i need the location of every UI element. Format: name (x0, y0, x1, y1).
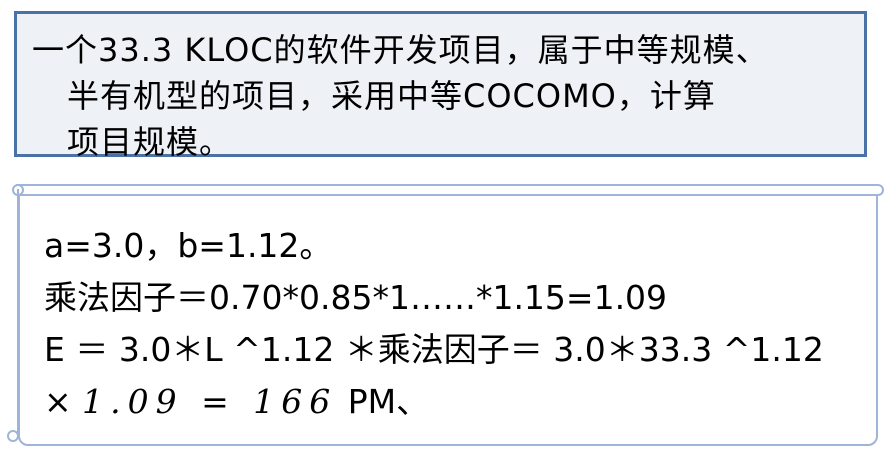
solution-scroll-box: a=3.0，b=1.12。 乘法因子＝0.70*0.85*1……*1.15=1.… (18, 187, 878, 446)
scroll-top-curl-icon (12, 184, 884, 196)
solution-line-3: E ＝ 3.0＊L ^1.12 ＊乘法因子＝ 3.0＊33.3 ^1.12 (44, 330, 824, 369)
solution-line-2: 乘法因子＝0.70*0.85*1……*1.15=1.09 (44, 278, 668, 317)
solution-line-1: a=3.0，b=1.12。 (44, 226, 333, 265)
solution-line-4-suffix: PM、 (337, 382, 430, 421)
solution-line-4-prefix: × (44, 382, 72, 421)
problem-line-1: 一个33.3 KLOC的软件开发项目，属于中等规模、 (32, 31, 769, 69)
problem-line-2: 半有机型的项目，采用中等COCOMO，计算 (67, 77, 716, 115)
solution-line-4-value: 1.09 = 166 (82, 382, 338, 421)
solution-line-4: × 1.09 = 166 PM、 (44, 376, 876, 428)
scroll-bottom-curl-icon (7, 189, 19, 442)
problem-statement-box: 一个33.3 KLOC的软件开发项目，属于中等规模、 半有机型的项目，采用中等C… (14, 11, 867, 161)
problem-line-3: 项目规模。 (67, 123, 233, 161)
